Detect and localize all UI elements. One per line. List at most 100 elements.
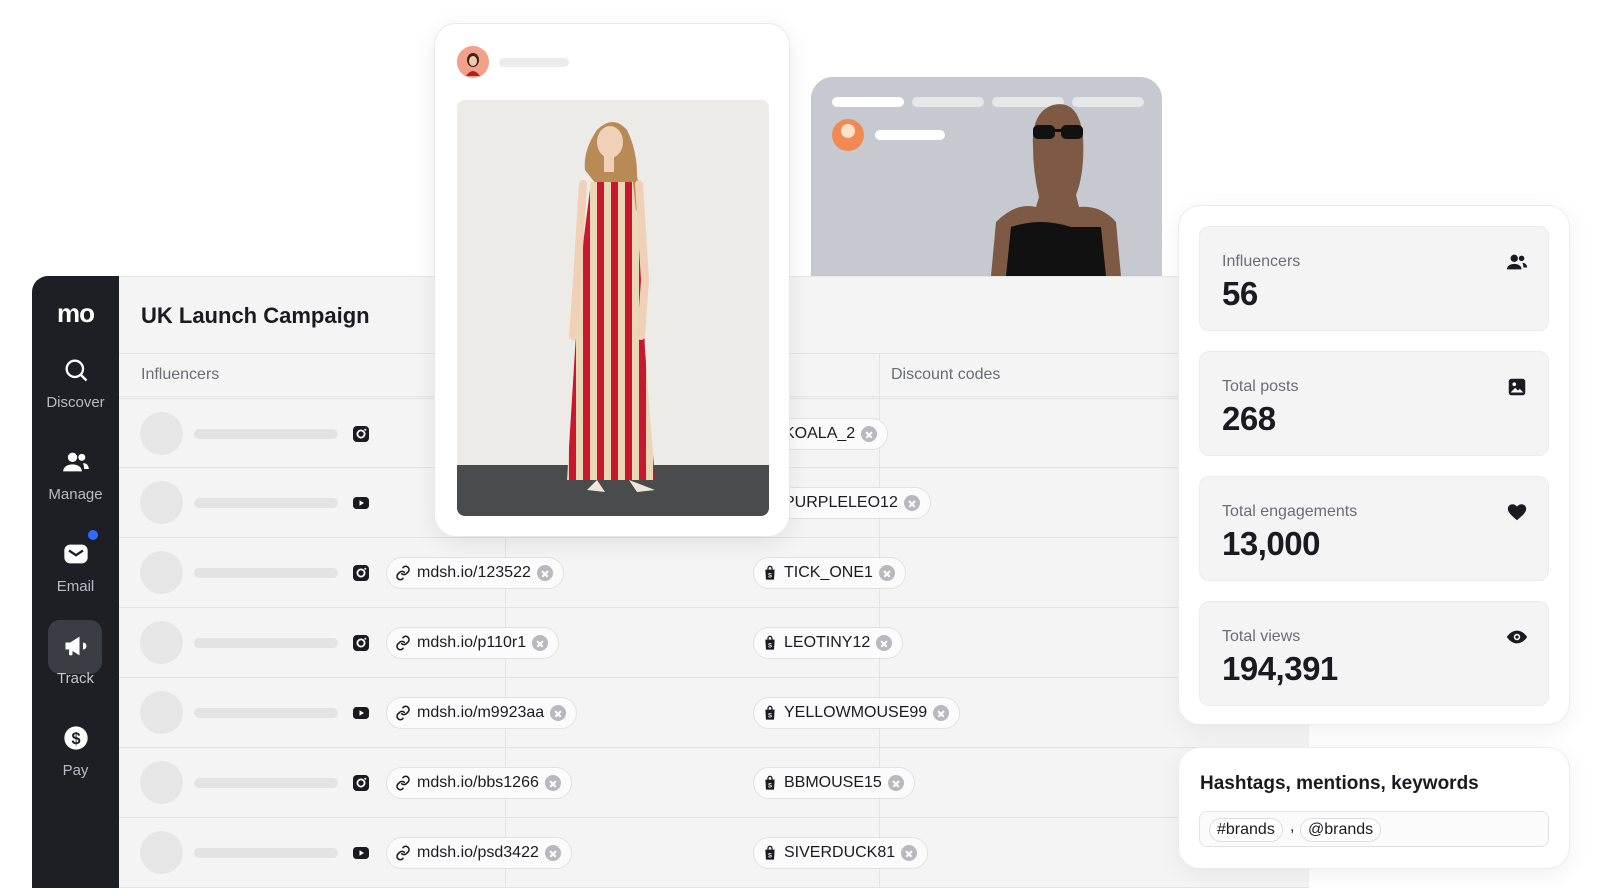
notification-dot [88,530,98,540]
table-row[interactable]: mdsh.io/m9923aa S YELLOWMOUSE99 [119,678,1309,748]
tracking-link-chip[interactable]: mdsh.io/bbs1266 [386,767,572,799]
megaphone-icon [65,636,86,656]
instagram-icon[interactable] [352,564,370,582]
instagram-icon[interactable] [352,425,370,443]
remove-code-icon[interactable] [903,495,920,511]
link-icon [396,635,410,651]
influencer-avatar-placeholder [140,691,183,734]
logo: mo [57,298,95,328]
page-title: UK Launch Campaign [141,303,370,328]
stat-card-total-posts: Total posts 268 [1199,351,1549,456]
table-row[interactable]: mdsh.io/123522 S TICK_ONE1 [119,538,1309,608]
tracking-link-chip[interactable]: mdsh.io/p110r1 [386,627,560,659]
youtube-icon[interactable] [352,494,370,512]
influencer-name-placeholder [194,568,338,578]
discount-code-chip[interactable]: S YELLOWMOUSE99 [753,697,961,729]
dollar-icon: $ [63,726,88,750]
nav-label: Track [57,670,94,687]
discount-code-text: LEOTINY12 [784,634,871,651]
story-preview[interactable] [811,77,1162,276]
heart-icon [1507,504,1527,521]
stat-value: 194,391 [1222,650,1338,687]
svg-text:S: S [768,784,772,790]
table-row[interactable]: mdsh.io/psd3422 S SIVERDUCK81 [119,818,1309,888]
remove-code-icon[interactable] [933,705,950,721]
influencer-avatar-placeholder [140,761,183,804]
remove-link-icon[interactable] [544,845,561,861]
creator-name-placeholder [499,58,569,67]
discount-code-text: YELLOWMOUSE99 [784,704,928,721]
youtube-icon[interactable] [352,844,370,862]
remove-code-icon[interactable] [876,635,893,651]
link-icon [396,565,410,581]
influencer-avatar-placeholder [140,481,183,524]
instagram-icon[interactable] [352,774,370,792]
shopify-bag-icon: S [765,635,775,650]
influencer-name-placeholder [194,848,338,858]
influencer-name-placeholder [194,498,338,508]
keywords-input[interactable]: #brands , @brands [1199,811,1549,847]
shopify-bag-icon: S [765,565,775,580]
sidebar: mo Discover Manage Email Track $ Pay [32,276,119,888]
link-icon [396,775,410,791]
remove-link-icon[interactable] [550,705,567,721]
discount-code-chip[interactable]: S LEOTINY12 [753,627,904,659]
discount-code-text: PURPLELEO12 [784,494,898,511]
users-icon [1506,254,1528,270]
remove-link-icon[interactable] [544,775,561,791]
stat-card-total-views: Total views 194,391 [1199,601,1549,706]
stat-card-total-engagements: Total engagements 13,000 [1199,476,1549,581]
eye-icon [1506,630,1528,644]
instagram-icon[interactable] [352,634,370,652]
tracking-link-text: mdsh.io/123522 [417,564,531,581]
influencer-name-placeholder [194,429,338,439]
tracking-link-text: mdsh.io/m9923aa [417,704,545,721]
discount-code-chip[interactable]: S BBMOUSE15 [753,767,915,799]
influencer-avatar-placeholder [140,412,183,455]
users-icon [62,452,89,472]
stat-value: 13,000 [1222,525,1320,562]
nav-discover[interactable]: Discover [32,356,119,411]
stat-label: Total posts [1222,378,1299,395]
svg-text:S: S [768,854,772,860]
shopify-bag-icon: S [765,705,775,720]
youtube-icon[interactable] [352,704,370,722]
remove-code-icon[interactable] [878,565,895,581]
nav-label: Pay [62,762,89,779]
stat-value: 56 [1222,275,1258,312]
link-icon [396,705,410,721]
column-header-discount-codes: Discount codes [891,366,1001,383]
stat-card-influencers: Influencers 56 [1199,226,1549,331]
nav-track[interactable]: Track [32,620,119,687]
remove-code-icon[interactable] [887,775,904,791]
tracking-link-chip[interactable]: mdsh.io/m9923aa [386,697,578,729]
post-preview-card[interactable] [434,23,790,537]
nav-manage[interactable]: Manage [32,448,119,503]
stat-label: Total engagements [1222,503,1358,520]
table-row[interactable]: mdsh.io/p110r1 S LEOTINY12 [119,608,1309,678]
keyword-tag[interactable]: @brands [1300,818,1382,842]
svg-text:$: $ [71,730,80,748]
influencer-name-placeholder [194,708,338,718]
remove-link-icon[interactable] [532,635,549,651]
tracking-link-text: mdsh.io/bbs1266 [417,774,539,791]
tracking-link-text: mdsh.io/psd3422 [417,844,539,861]
discount-code-chip[interactable]: S SIVERDUCK81 [753,837,929,869]
discount-code-chip[interactable]: S TICK_ONE1 [753,557,906,589]
nav-label: Manage [48,486,103,503]
column-header-influencers: Influencers [141,366,220,383]
tag-separator: , [1290,818,1295,835]
mail-icon [63,544,88,564]
remove-link-icon[interactable] [536,565,553,581]
tracking-link-chip[interactable]: mdsh.io/123522 [386,557,564,589]
remove-code-icon[interactable] [861,426,878,442]
remove-code-icon[interactable] [901,845,918,861]
nav-email[interactable]: Email [32,530,119,595]
shopify-bag-icon: S [765,775,775,790]
discount-code-text: TICK_ONE1 [784,564,873,581]
keyword-tag[interactable]: #brands [1209,818,1283,842]
tracking-link-chip[interactable]: mdsh.io/psd3422 [386,837,572,869]
table-row[interactable]: mdsh.io/bbs1266 S BBMOUSE15 [119,748,1309,818]
nav-pay[interactable]: $ Pay [32,724,119,779]
svg-text:S: S [768,644,772,650]
